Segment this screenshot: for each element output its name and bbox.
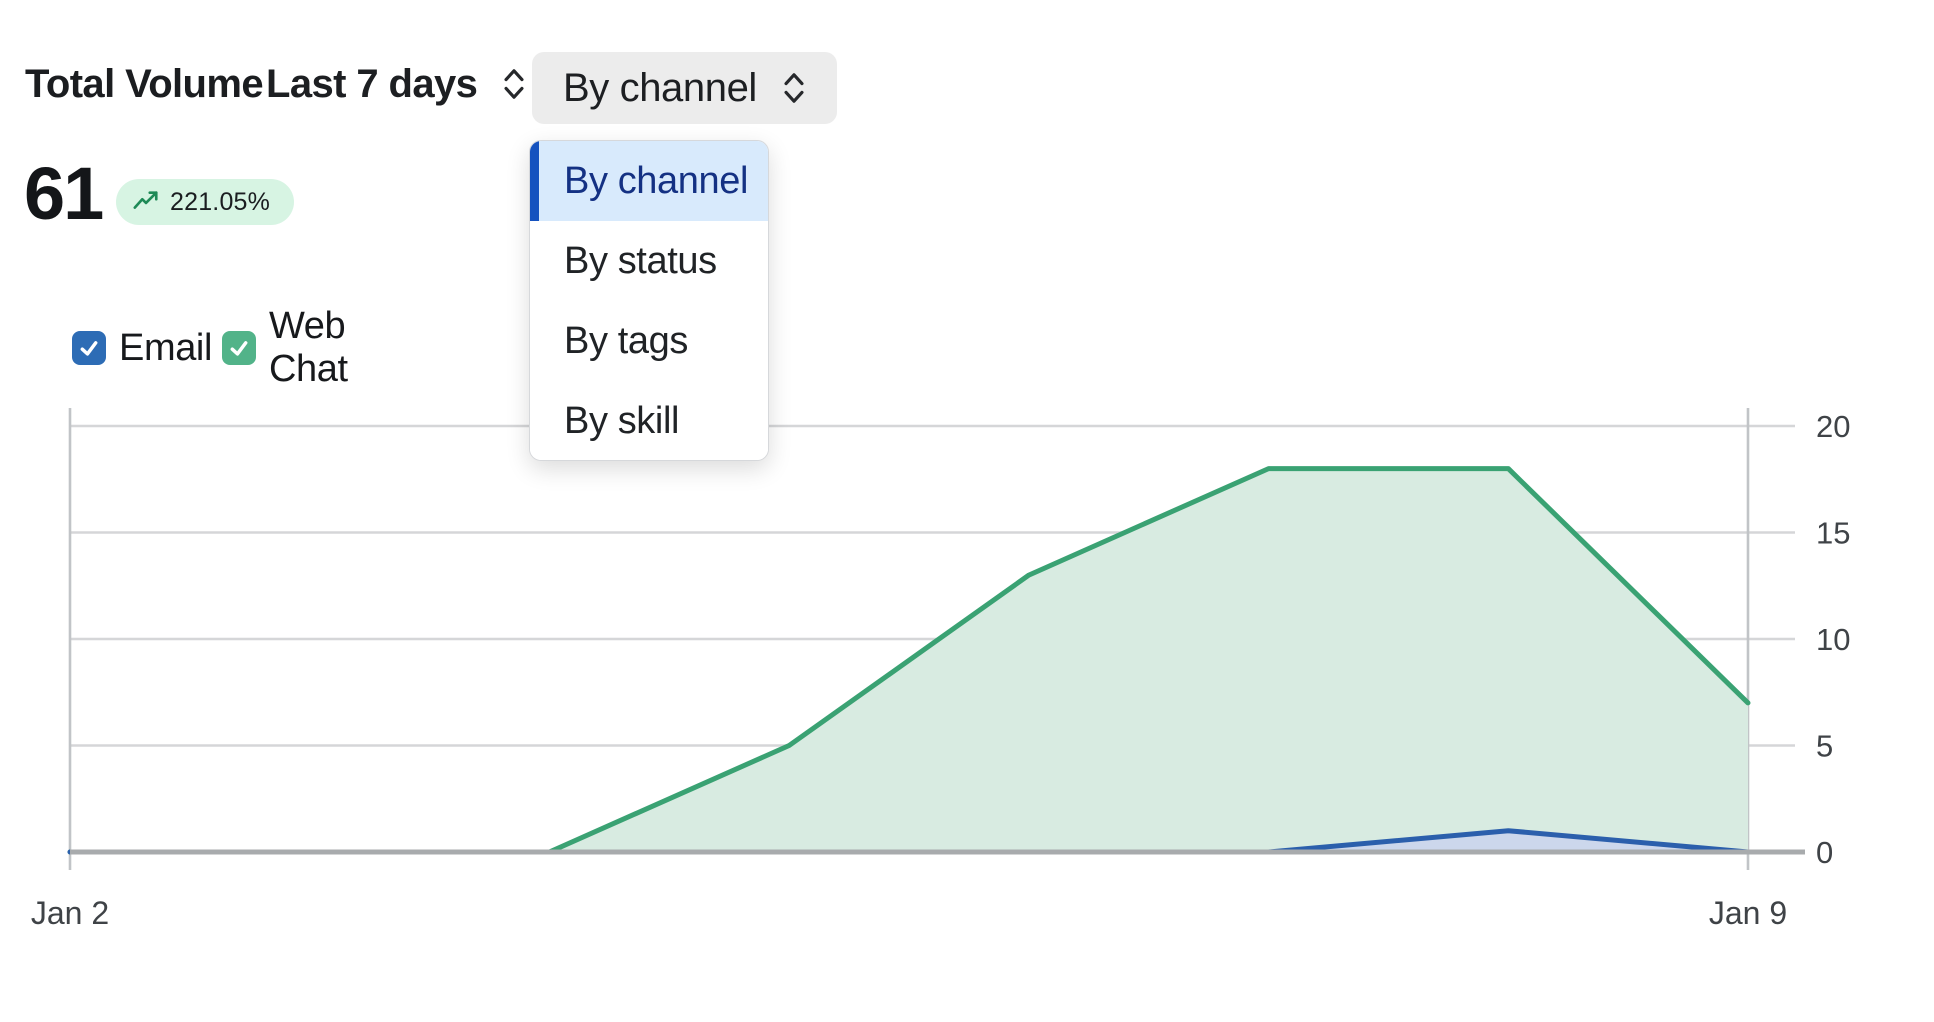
menu-item-label: By skill: [564, 400, 679, 443]
email-checkbox[interactable]: [72, 331, 106, 365]
group-by-selector-button[interactable]: By channel: [532, 52, 837, 124]
menu-item-by-status[interactable]: By status: [530, 221, 768, 301]
menu-item-label: By status: [564, 240, 717, 283]
chart-header: Total Volume Last 7 days By channel: [0, 0, 1934, 130]
date-range-selector[interactable]: Last 7 days: [266, 60, 529, 108]
x-tick-label: Jan 9: [1709, 895, 1787, 931]
page-title: Total Volume: [25, 60, 263, 108]
trend-badge: 221.05%: [116, 179, 294, 225]
legend-item-email[interactable]: Email: [72, 330, 212, 366]
dashboard-page: 0 5 10 15 20 Jan 2 Jan 9 Total Volume Last 7 d…: [0, 0, 1934, 1022]
web-chat-checkbox[interactable]: [222, 331, 256, 365]
check-icon: [226, 335, 252, 361]
x-tick-label: Jan 2: [31, 895, 109, 931]
menu-item-by-channel[interactable]: By channel: [530, 141, 768, 221]
legend-label: Web Chat: [269, 305, 348, 391]
group-by-dropdown-menu: By channel By status By tags By skill: [529, 140, 769, 461]
change-percent: 221.05%: [170, 188, 270, 217]
y-tick-label: 10: [1816, 622, 1850, 657]
chevron-up-down-icon: [499, 64, 529, 104]
y-tick-label: 20: [1816, 409, 1850, 444]
y-tick-label: 5: [1816, 729, 1833, 764]
menu-item-by-skill[interactable]: By skill: [530, 381, 768, 461]
trend-up-icon: [132, 188, 160, 216]
y-tick-label: 15: [1816, 516, 1850, 551]
legend-item-web-chat[interactable]: Web Chat: [222, 330, 348, 366]
total-volume-value: 61: [24, 158, 102, 230]
menu-item-label: By tags: [564, 320, 688, 363]
chevron-up-down-icon: [779, 68, 809, 108]
date-range-value: Last 7 days: [266, 62, 477, 107]
group-by-value: By channel: [563, 66, 757, 111]
selected-indicator-bar: [530, 141, 539, 221]
menu-item-by-tags[interactable]: By tags: [530, 301, 768, 381]
legend-label: Email: [119, 327, 212, 370]
y-tick-label: 0: [1816, 835, 1833, 870]
check-icon: [76, 335, 102, 361]
menu-item-label: By channel: [564, 160, 748, 203]
volume-area-chart: 0 5 10 15 20 Jan 2 Jan 9: [0, 0, 1934, 1022]
